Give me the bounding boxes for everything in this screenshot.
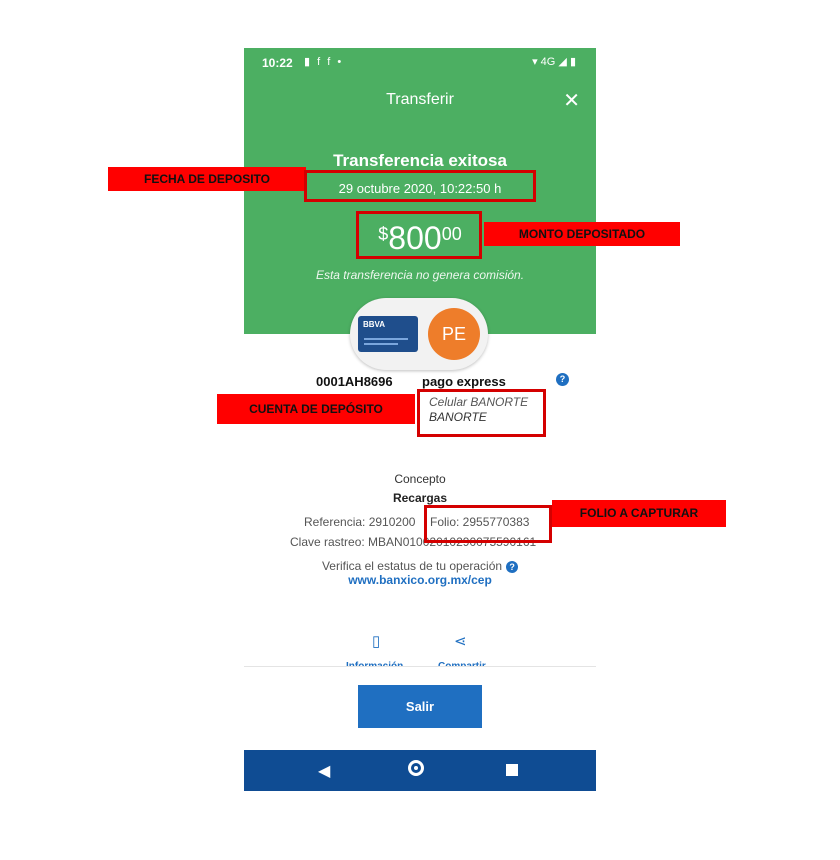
notification-icons: ▮ f f • <box>304 56 344 68</box>
card-brand: BBVA <box>363 320 386 329</box>
origin-card-icon: BBVA <box>358 316 418 352</box>
concept-label: Concepto <box>394 472 446 486</box>
payee-avatar: PE <box>428 308 480 360</box>
home-icon[interactable] <box>408 760 424 776</box>
transfer-parties: BBVA PE <box>350 298 488 370</box>
payee-name: pago express <box>422 374 506 389</box>
highlight-date <box>304 170 536 202</box>
signal-icon: ◢ <box>558 56 567 68</box>
help-icon[interactable]: ? <box>556 373 569 386</box>
close-icon[interactable]: ✕ <box>563 88 580 113</box>
highlight-folio <box>424 505 552 543</box>
battery-icon: ▮ <box>569 56 576 68</box>
annotation-cuenta: CUENTA DE DEPÓSITO <box>217 394 415 424</box>
wifi-icon: ▾ <box>532 56 538 68</box>
annotation-folio: FOLIO A CAPTURAR <box>552 500 726 527</box>
share-icon[interactable]: ⋖ <box>454 632 467 650</box>
status-bar: 10:22 ▮ f f • ▾ 4G ◢ ▮ <box>244 48 596 76</box>
verify-status: Verifica el estatus de tu operación? <box>244 559 596 573</box>
back-icon[interactable]: ◀ <box>318 761 330 781</box>
commission-note: Esta transferencia no genera comisión. <box>315 268 525 282</box>
account-number: 0001AH8696 <box>316 374 393 389</box>
status-time: 10:22 <box>262 56 293 70</box>
network-label: 4G <box>540 56 556 68</box>
reference-text: Referencia: 2910200 <box>304 515 416 529</box>
page-title: Transferir <box>386 91 454 108</box>
concept-value: Recargas <box>392 491 448 505</box>
network-indicator: ▾ 4G ◢ ▮ <box>532 55 576 68</box>
android-nav-bar: ◀ <box>244 750 596 791</box>
annotation-fecha: FECHA DE DEPOSITO <box>108 167 306 191</box>
highlight-account <box>417 389 546 437</box>
recent-apps-icon[interactable] <box>506 764 518 776</box>
banxico-link[interactable]: www.banxico.org.mx/cep <box>244 573 596 587</box>
verify-text: Verifica el estatus de tu operación <box>321 559 503 573</box>
exit-button[interactable]: Salir <box>358 685 482 728</box>
highlight-amount <box>356 211 482 259</box>
info-icon[interactable]: ▯ <box>372 632 380 650</box>
verify-help-icon[interactable]: ? <box>506 560 519 573</box>
annotation-monto: MONTO DEPOSITADO <box>484 222 680 246</box>
